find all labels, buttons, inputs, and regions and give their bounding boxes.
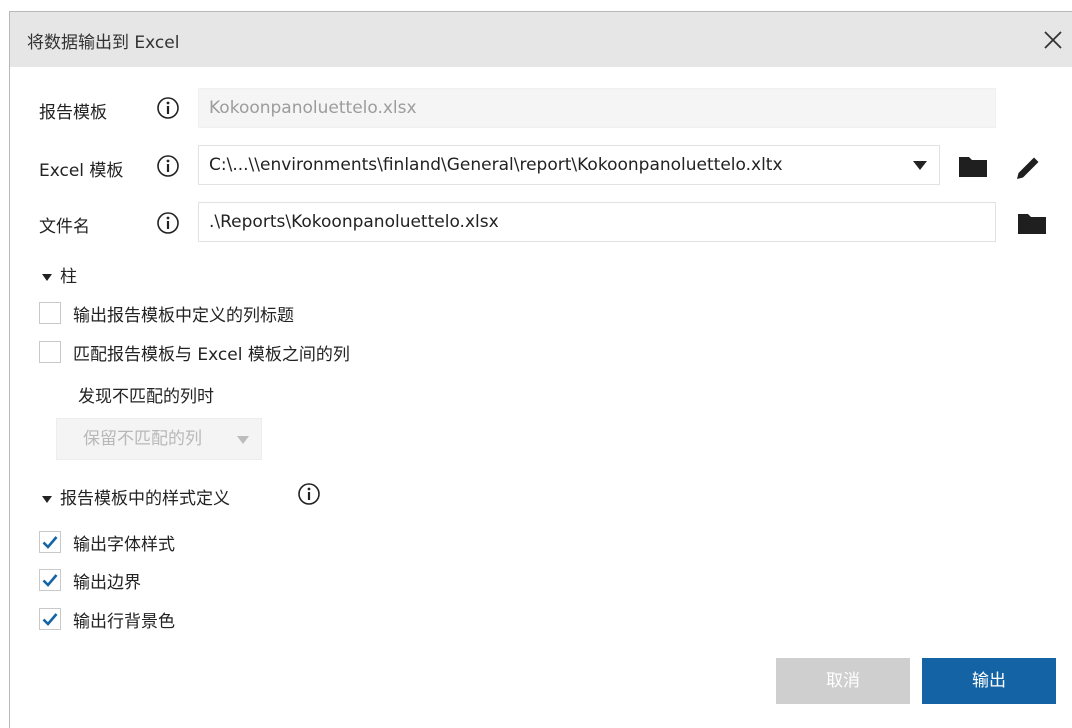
collapse-triangle-icon <box>42 495 52 503</box>
font-styles-label: 输出字体样式 <box>73 535 175 555</box>
mismatch-columns-value: 保留不匹配的列 <box>83 429 202 449</box>
report-template-field: Kokoonpanoluettelo.xlsx <box>198 88 996 128</box>
row-background-label: 输出行背景色 <box>73 612 175 632</box>
close-icon <box>1044 31 1062 49</box>
styles-section-toggle[interactable]: 报告模板中的样式定义 <box>42 484 230 509</box>
close-button[interactable] <box>1033 20 1072 60</box>
font-styles-checkbox[interactable] <box>39 531 61 553</box>
checkmark-icon <box>42 613 58 626</box>
columns-section-toggle[interactable]: 柱 <box>42 262 77 287</box>
match-columns-label: 匹配报告模板与 Excel 模板之间的列 <box>73 345 350 365</box>
mismatch-columns-label: 发现不匹配的列时 <box>78 387 214 407</box>
info-icon[interactable] <box>297 482 321 506</box>
row-background-checkbox[interactable] <box>39 608 61 630</box>
dialog-title: 将数据输出到 Excel <box>27 33 180 53</box>
mismatch-columns-select: 保留不匹配的列 <box>56 418 262 460</box>
borders-label: 输出边界 <box>73 573 141 593</box>
file-name-input[interactable]: .\Reports\Kokoonpanoluettelo.xlsx <box>198 202 996 242</box>
excel-template-label: Excel 模板 <box>39 161 124 181</box>
output-headers-checkbox[interactable] <box>39 302 61 324</box>
folder-icon[interactable] <box>956 149 990 183</box>
info-icon[interactable] <box>156 96 180 120</box>
collapse-triangle-icon <box>42 273 52 281</box>
checkmark-icon <box>42 536 58 549</box>
info-icon[interactable] <box>156 211 180 235</box>
output-headers-label: 输出报告模板中定义的列标题 <box>73 306 294 326</box>
excel-template-value: C:\...\\environments\finland\General\rep… <box>209 155 783 175</box>
export-button[interactable]: 输出 <box>922 658 1056 704</box>
dropdown-arrow-icon <box>237 436 249 444</box>
info-icon[interactable] <box>156 154 180 178</box>
borders-checkbox[interactable] <box>39 569 61 591</box>
columns-section-title: 柱 <box>60 267 77 287</box>
folder-icon[interactable] <box>1015 206 1049 240</box>
styles-section-title: 报告模板中的样式定义 <box>60 489 230 509</box>
cancel-button[interactable]: 取消 <box>776 658 910 704</box>
checkmark-icon <box>42 574 58 587</box>
dialog-titlebar: 将数据输出到 Excel <box>10 12 1072 67</box>
file-name-label: 文件名 <box>39 217 90 237</box>
dropdown-arrow-icon <box>913 161 927 170</box>
match-columns-checkbox[interactable] <box>39 341 61 363</box>
pencil-icon[interactable] <box>1010 149 1044 183</box>
export-to-excel-dialog: 将数据输出到 Excel 报告模板 Kokoonpanoluettelo.xls… <box>9 11 1072 728</box>
report-template-label: 报告模板 <box>39 103 107 123</box>
excel-template-select[interactable]: C:\...\\environments\finland\General\rep… <box>198 145 940 185</box>
